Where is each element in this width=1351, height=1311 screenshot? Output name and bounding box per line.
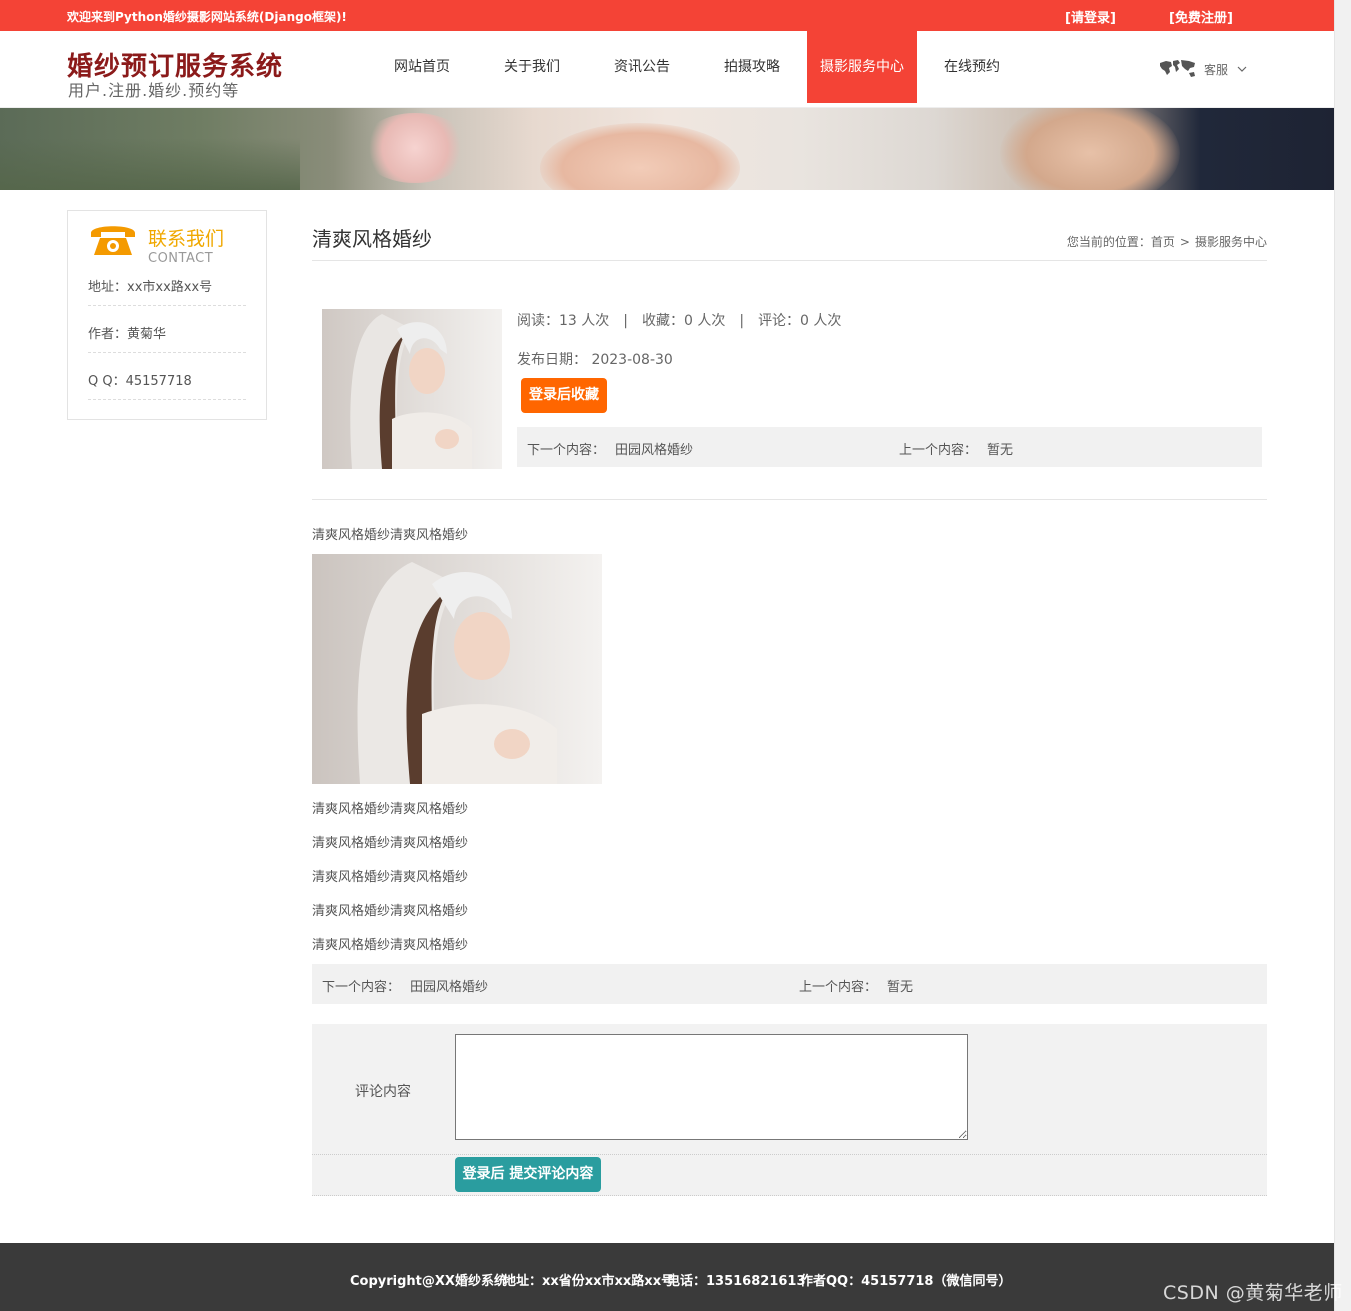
main-nav: 网站首页 关于我们 资讯公告 拍摄攻略 摄影服务中心 在线预约 (367, 31, 1027, 103)
publish-date-label: 发布日期： (517, 352, 587, 368)
next-content-label: 下一个内容： (322, 980, 401, 995)
contact-address: 地址：xx市xx路xx号 (88, 269, 246, 306)
site-header: 婚纱预订服务系统 用户.注册.婚纱.预约等 网站首页 关于我们 资讯公告 拍摄攻… (0, 31, 1334, 107)
login-link[interactable]: [请登录] (1065, 7, 1116, 26)
article-paragraph: 清爽风格婚纱清爽风格婚纱 (312, 870, 469, 885)
article-paragraph: 清爽风格婚纱清爽风格婚纱 (312, 528, 469, 543)
breadcrumb: 您当前的位置：首页 > 摄影服务中心 (1067, 233, 1267, 250)
prev-content-label: 上一个内容： (899, 443, 978, 458)
form-divider (312, 1195, 1267, 1196)
breadcrumb-separator: > (1179, 235, 1190, 249)
content-nav-top: 下一个内容： 田园风格婚纱 上一个内容： 暂无 (517, 427, 1262, 467)
title-divider (312, 260, 1267, 261)
breadcrumb-current[interactable]: 摄影服务中心 (1195, 235, 1267, 249)
customer-service-label: 客服 (1204, 62, 1229, 77)
detail-divider (312, 499, 1267, 500)
article-paragraph: 清爽风格婚纱清爽风格婚纱 (312, 938, 469, 953)
nav-item-about[interactable]: 关于我们 (477, 31, 587, 103)
chevron-down-icon (1237, 66, 1247, 72)
article-paragraph: 清爽风格婚纱清爽风格婚纱 (312, 802, 469, 817)
nav-item-news[interactable]: 资讯公告 (587, 31, 697, 103)
favorite-count: 收藏：0 人次 (641, 313, 726, 329)
footer-address: 地址：xx省份xx市xx路xx号 (503, 1274, 675, 1289)
breadcrumb-home[interactable]: 首页 (1151, 235, 1175, 249)
breadcrumb-prefix: 您当前的位置： (1066, 235, 1151, 249)
contact-title: 联系我们 (148, 228, 225, 250)
next-content-link[interactable]: 田园风格婚纱 (615, 439, 693, 458)
article-stats: 阅读：13 人次 | 收藏：0 人次 | 评论：0 人次 (517, 310, 841, 330)
favorite-button[interactable]: 登录后收藏 (521, 378, 607, 413)
csdn-watermark: CSDN @黄菊华老师 (1163, 1282, 1343, 1304)
comment-count: 评论：0 人次 (758, 313, 842, 329)
read-count: 阅读：13 人次 (517, 313, 610, 329)
article-paragraph: 清爽风格婚纱清爽风格婚纱 (312, 836, 469, 851)
top-bar: 欢迎来到Python婚纱摄影网站系统(Django框架)! [请登录] [免费注… (0, 0, 1334, 31)
page-scrollbar[interactable] (1334, 0, 1351, 1311)
footer-phone: 电话：13516821613 (667, 1274, 806, 1289)
site-footer: Copyright@XX婚纱系统 地址：xx省份xx市xx路xx号 电话：135… (0, 1243, 1334, 1311)
telephone-icon (91, 226, 135, 255)
stats-separator: | (623, 313, 628, 329)
contact-panel: 联系我们 CONTACT 地址：xx市xx路xx号 作者：黄菊华 Q Q：451… (67, 210, 267, 420)
prev-content-label: 上一个内容： (799, 980, 878, 995)
customer-service-menu[interactable]: 客服 (1158, 58, 1253, 80)
prev-content-value: 暂无 (887, 980, 914, 995)
page: 欢迎来到Python婚纱摄影网站系统(Django框架)! [请登录] [免费注… (0, 0, 1334, 1311)
nav-item-photo-service[interactable]: 摄影服务中心 (807, 31, 917, 103)
product-thumbnail (322, 309, 502, 469)
footer-qq: 作者QQ：45157718（微信同号） (800, 1274, 1012, 1289)
nav-item-guide[interactable]: 拍摄攻略 (697, 31, 807, 103)
comment-form: 评论内容 登录后 提交评论内容 (312, 1024, 1267, 1196)
stats-separator: | (739, 313, 745, 329)
content-nav-bottom: 下一个内容： 田园风格婚纱 上一个内容： 暂无 (312, 964, 1267, 1004)
nav-item-booking[interactable]: 在线预约 (917, 31, 1027, 103)
contact-qq: Q Q：45157718 (88, 363, 246, 400)
contact-subtitle: CONTACT (148, 251, 214, 266)
logo-subtitle: 用户.注册.婚纱.预约等 (68, 81, 240, 100)
form-divider (312, 1154, 1267, 1155)
footer-copyright: Copyright@XX婚纱系统 (350, 1274, 507, 1289)
next-content-label: 下一个内容： (527, 443, 606, 458)
submit-comment-button[interactable]: 登录后 提交评论内容 (455, 1157, 601, 1192)
hero-banner (0, 107, 1334, 190)
register-link[interactable]: [免费注册] (1169, 7, 1233, 26)
comment-label: 评论内容 (355, 1084, 411, 1100)
world-map-icon (1160, 60, 1195, 77)
article-image (312, 554, 602, 784)
next-content-link[interactable]: 田园风格婚纱 (410, 976, 488, 995)
publish-date: 发布日期： 2023-08-30 (517, 349, 673, 369)
comment-textarea[interactable] (455, 1034, 968, 1140)
nav-item-home[interactable]: 网站首页 (367, 31, 477, 103)
prev-content-value: 暂无 (987, 443, 1014, 458)
welcome-text: 欢迎来到Python婚纱摄影网站系统(Django框架)! (67, 10, 347, 24)
page-title: 清爽风格婚纱 (312, 227, 432, 251)
publish-date-value: 2023-08-30 (591, 352, 673, 368)
article-paragraph: 清爽风格婚纱清爽风格婚纱 (312, 904, 469, 919)
contact-author: 作者：黄菊华 (88, 316, 246, 353)
